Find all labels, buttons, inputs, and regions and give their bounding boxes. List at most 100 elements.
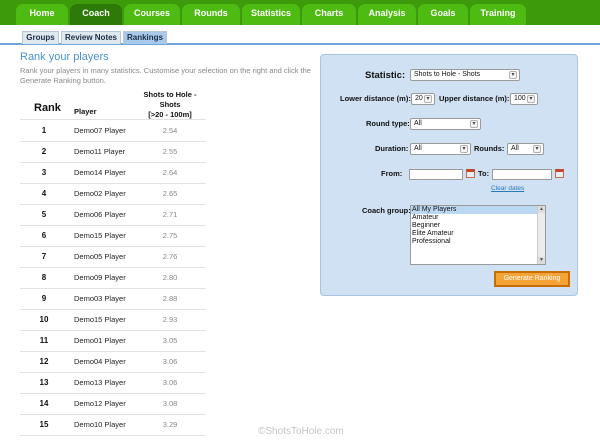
- rank-column-header: Rank: [34, 102, 61, 114]
- round-type-label: Round type:: [366, 119, 410, 128]
- player-cell: Demo11 Player: [74, 147, 126, 156]
- nav-tab-coach[interactable]: Coach: [70, 4, 122, 25]
- nav-tab-courses[interactable]: Courses: [124, 4, 180, 25]
- round-type-value: All: [414, 120, 422, 127]
- chevron-down-icon: ▾: [527, 95, 535, 103]
- coach-group-option[interactable]: Beginner: [411, 222, 545, 230]
- rank-cell: 6: [41, 231, 47, 240]
- table-row: 5 Demo06 Player 2.71: [20, 204, 206, 225]
- table-row: 6 Demo15 Player 2.75: [20, 225, 206, 246]
- round-type-select[interactable]: All ▾: [410, 118, 481, 130]
- player-cell: Demo07 Player: [74, 126, 126, 135]
- value-cell: 2.64: [162, 168, 178, 177]
- upper-distance-value: 100: [514, 95, 526, 102]
- scroll-up-icon[interactable]: ▲: [538, 206, 545, 213]
- player-cell: Demo04 Player: [74, 357, 126, 366]
- value-cell: 2.65: [162, 189, 178, 198]
- lower-distance-select[interactable]: 20 ▾: [411, 93, 435, 105]
- value-cell: 3.05: [162, 336, 178, 345]
- duration-label: Duration:: [375, 144, 409, 153]
- table-row: 7 Demo05 Player 2.76: [20, 246, 206, 267]
- player-cell: Demo01 Player: [74, 336, 126, 345]
- chevron-down-icon: ▾: [533, 145, 541, 153]
- player-cell: Demo15 Player: [74, 231, 126, 240]
- coach-group-listbox[interactable]: All My Players Amateur Beginner Elite Am…: [410, 205, 546, 265]
- rounds-value: All: [511, 145, 519, 152]
- coach-group-option[interactable]: Elite Amateur: [411, 230, 545, 238]
- clear-dates-link[interactable]: Clear dates: [491, 185, 524, 192]
- calendar-icon[interactable]: [555, 169, 564, 178]
- table-row: 1 Demo07 Player 2.54: [20, 120, 206, 141]
- listbox-scrollbar[interactable]: ▲ ▼: [537, 206, 545, 264]
- coach-group-option[interactable]: All My Players: [411, 206, 545, 214]
- metric-header-line2: Shots: [159, 100, 181, 109]
- generate-ranking-button[interactable]: Generate Ranking: [494, 271, 570, 287]
- to-date-input[interactable]: [492, 169, 552, 180]
- table-row: 15 Demo10 Player 3.29: [20, 414, 206, 435]
- chevron-down-icon: ▾: [470, 120, 478, 128]
- table-row: 3 Demo14 Player 2.64: [20, 162, 206, 183]
- player-cell: Demo06 Player: [74, 210, 126, 219]
- coach-group-option[interactable]: Amateur: [411, 214, 545, 222]
- nav-tab-home[interactable]: Home: [16, 4, 68, 25]
- from-date-input[interactable]: [409, 169, 463, 180]
- metric-column-header: Shots to Hole - Shots [>20 - 100m]: [140, 90, 200, 120]
- value-cell: 2.54: [162, 126, 178, 135]
- chevron-down-icon: ▾: [509, 71, 517, 79]
- nav-tab-goals[interactable]: Goals: [418, 4, 468, 25]
- player-cell: Demo03 Player: [74, 294, 126, 303]
- player-cell: Demo13 Player: [74, 378, 126, 387]
- to-label: To:: [478, 169, 490, 178]
- table-row: 13 Demo13 Player 3.06: [20, 372, 206, 393]
- nav-tab-statistics[interactable]: Statistics: [242, 4, 300, 25]
- nav-tab-rounds[interactable]: Rounds: [182, 4, 240, 25]
- value-cell: 3.06: [162, 378, 178, 387]
- upper-distance-label: Upper distance (m):: [439, 94, 510, 103]
- ranking-options-panel: Statistic: Shots to Hole - Shots ▾ Lower …: [320, 54, 578, 296]
- value-cell: 2.71: [162, 210, 178, 219]
- rank-cell: 3: [41, 168, 47, 177]
- subtab-groups[interactable]: Groups: [22, 31, 59, 44]
- page-title: Rank your players: [20, 51, 109, 63]
- chevron-down-icon: ▾: [424, 95, 432, 103]
- rank-cell: 13: [39, 378, 49, 387]
- value-cell: 2.80: [162, 273, 178, 282]
- coach-group-label: Coach group:: [362, 206, 411, 215]
- table-row: 11 Demo01 Player 3.05: [20, 330, 206, 351]
- subtab-review-notes[interactable]: Review Notes: [61, 31, 121, 44]
- rank-cell: 8: [41, 273, 47, 282]
- duration-value: All: [414, 145, 422, 152]
- table-row: 12 Demo04 Player 3.06: [20, 351, 206, 372]
- duration-select[interactable]: All ▾: [410, 143, 471, 155]
- rank-cell: 10: [39, 315, 49, 324]
- rank-cell: 5: [41, 210, 47, 219]
- calendar-icon[interactable]: [466, 169, 475, 178]
- player-cell: Demo12 Player: [74, 399, 126, 408]
- player-cell: Demo09 Player: [74, 273, 126, 282]
- subtab-rankings[interactable]: Rankings: [123, 31, 167, 44]
- metric-header-line1: Shots to Hole -: [143, 90, 197, 99]
- chevron-down-icon: ▾: [460, 145, 468, 153]
- table-row: 4 Demo02 Player 2.65: [20, 183, 206, 204]
- table-row: 14 Demo12 Player 3.08: [20, 393, 206, 414]
- scroll-down-icon[interactable]: ▼: [538, 257, 545, 264]
- value-cell: 2.93: [162, 315, 178, 324]
- rounds-label: Rounds:: [474, 144, 505, 153]
- player-cell: Demo10 Player: [74, 420, 126, 429]
- player-column-header: Player: [74, 107, 97, 116]
- table-row: 8 Demo09 Player 2.80: [20, 267, 206, 288]
- rounds-select[interactable]: All ▾: [507, 143, 544, 155]
- row-divider: [20, 435, 206, 436]
- nav-tab-analysis[interactable]: Analysis: [358, 4, 416, 25]
- upper-distance-select[interactable]: 100 ▾: [510, 93, 538, 105]
- coach-group-option[interactable]: Professional: [411, 238, 545, 246]
- lower-distance-value: 20: [415, 95, 423, 102]
- nav-tab-training[interactable]: Training: [470, 4, 526, 25]
- value-cell: 3.08: [162, 399, 178, 408]
- player-cell: Demo15 Player: [74, 315, 126, 324]
- statistic-select[interactable]: Shots to Hole - Shots ▾: [410, 69, 520, 81]
- nav-tab-charts[interactable]: Charts: [302, 4, 356, 25]
- value-cell: 3.29: [162, 420, 178, 429]
- player-cell: Demo14 Player: [74, 168, 126, 177]
- footer-copyright: ©ShotsToHole.com: [258, 426, 344, 437]
